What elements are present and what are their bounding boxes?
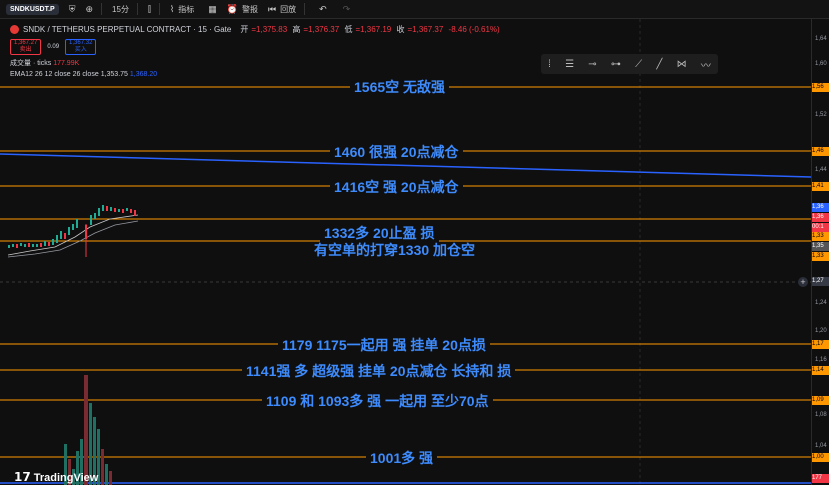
price-tag: 1,35: [812, 242, 829, 251]
buy-button[interactable]: 1,367.32 买入: [65, 39, 97, 55]
ema-label[interactable]: EMA12 26 12 close 26 close: [10, 71, 99, 78]
annotation-1565[interactable]: 1565空 无敌强: [350, 77, 450, 97]
legend-ohlc: 开 =1,375.83 高 =1,376.37 低 =1,367.19 收 =1,367…: [240, 25, 500, 34]
sndk-logo-icon: [10, 25, 19, 34]
price-tag: 1,36: [812, 213, 829, 222]
shield-icon[interactable]: ⛨: [69, 4, 76, 15]
volume-label[interactable]: 成交量 · ticks: [10, 60, 51, 67]
candlesticks: [8, 205, 136, 257]
top-toolbar: SNDKUSDT.P ⛨ ⊕ 15分 ⫿ ⌇ 指标 ▦ ⏰ 警报 ⏮ 回放 ↶ …: [0, 0, 829, 19]
pattern-icon[interactable]: ⋈: [677, 59, 687, 70]
divider: [158, 3, 160, 15]
candles-icon[interactable]: ⫿: [148, 4, 151, 15]
axis-label: 1,44: [815, 167, 827, 173]
symbol-button[interactable]: SNDKUSDT.P: [6, 3, 59, 15]
annotation-1141[interactable]: 1141强 多 超级强 挂单 20点减仓 长持和 损: [242, 361, 516, 381]
trend-line-icon[interactable]: ╱: [656, 59, 662, 70]
tradingview-logo: 𝟭𝟳 TradingView: [14, 470, 99, 484]
divider: [101, 3, 103, 15]
add-alert-icon[interactable]: +: [798, 277, 808, 287]
chart-legend: SNDK / TETHERUS PERPETUAL CONTRACT · 15 …: [10, 24, 500, 78]
interval-button[interactable]: 15分: [112, 4, 129, 15]
axis-label: 1,64: [815, 36, 827, 42]
axis-label: 1,04: [815, 443, 827, 449]
annotation-1460[interactable]: 1460 很强 20点减仓: [330, 142, 463, 162]
indicators-icon[interactable]: ⌇: [170, 4, 174, 15]
price-tag: 1,46: [812, 147, 829, 156]
crosshair-price-tag: 1,27: [812, 277, 829, 286]
price-tag: 1,41: [812, 182, 829, 191]
volume-tag: 177: [812, 474, 829, 483]
price-tag: 1,36: [812, 203, 829, 212]
axis-label: 1,20: [815, 328, 827, 334]
change-value: -8.46 (-0.61%): [448, 25, 500, 34]
legend-title[interactable]: SNDK / TETHERUS PERPETUAL CONTRACT · 15 …: [23, 25, 231, 34]
divider: [304, 3, 306, 15]
sell-button[interactable]: 1,367.27 卖出: [10, 39, 42, 55]
horizontal-line-icon[interactable]: ⊶: [611, 59, 621, 70]
add-icon[interactable]: ⊕: [86, 4, 94, 15]
price-tag: 1,17: [812, 340, 829, 349]
alert-button[interactable]: 警报: [242, 4, 258, 15]
spread-value: 0.09: [47, 44, 60, 50]
replay-button[interactable]: 回放: [280, 4, 296, 15]
axis-label: 1,52: [815, 112, 827, 118]
undo-icon[interactable]: ↶: [319, 4, 327, 15]
layout-icon[interactable]: ▦: [208, 4, 217, 15]
annotation-1330[interactable]: 有空单的打穿1330 加仓空: [310, 240, 479, 260]
drag-handle-icon[interactable]: ⁞: [548, 59, 551, 70]
annotation-1001[interactable]: 1001多 强: [366, 448, 438, 468]
axis-label: 1,60: [815, 61, 827, 67]
drawing-toolbar: ⁞ ☰ ⊸ ⊶ ⟋ ╱ ⋈ 〰: [541, 54, 718, 74]
price-tag: 1,56: [812, 83, 829, 92]
countdown-tag: 00:1: [812, 223, 829, 232]
volume-bars: [64, 375, 112, 485]
axis-label: 1,16: [815, 357, 827, 363]
indicators-button[interactable]: 指标: [178, 4, 194, 15]
annotation-1179[interactable]: 1179 1175一起用 强 挂单 20点损: [278, 335, 490, 355]
horizontal-ray-icon[interactable]: ⊸: [588, 59, 596, 70]
ema-12-line: [7, 214, 139, 256]
annotation-1416[interactable]: 1416空 强 20点减仓: [330, 177, 463, 197]
ema-value-1: 1,353.75: [100, 71, 128, 78]
fib-tool-icon[interactable]: ☰: [565, 59, 574, 70]
axis-label: 1,08: [815, 412, 827, 418]
replay-icon[interactable]: ⏮: [268, 4, 276, 15]
price-tag: 1,14: [812, 366, 829, 375]
price-tag: 1,09: [812, 396, 829, 405]
wave-icon[interactable]: 〰: [701, 57, 711, 72]
price-tag: 1,33: [812, 232, 829, 241]
alert-icon[interactable]: ⏰: [227, 4, 238, 15]
volume-value: 177.99K: [53, 60, 80, 67]
ema-value-2: 1,368.20: [129, 71, 158, 78]
trend-angle-icon[interactable]: ⟋: [635, 59, 642, 70]
price-tag: 1,33: [812, 252, 829, 261]
annotation-1109[interactable]: 1109 和 1093多 强 一起用 至少70点: [262, 391, 493, 411]
axis-label: 1,24: [815, 300, 827, 306]
redo-icon[interactable]: ↷: [343, 4, 351, 15]
tv-logo-icon: 𝟭𝟳: [14, 470, 31, 484]
divider: [136, 3, 138, 15]
price-tag: 1,00: [812, 453, 829, 462]
